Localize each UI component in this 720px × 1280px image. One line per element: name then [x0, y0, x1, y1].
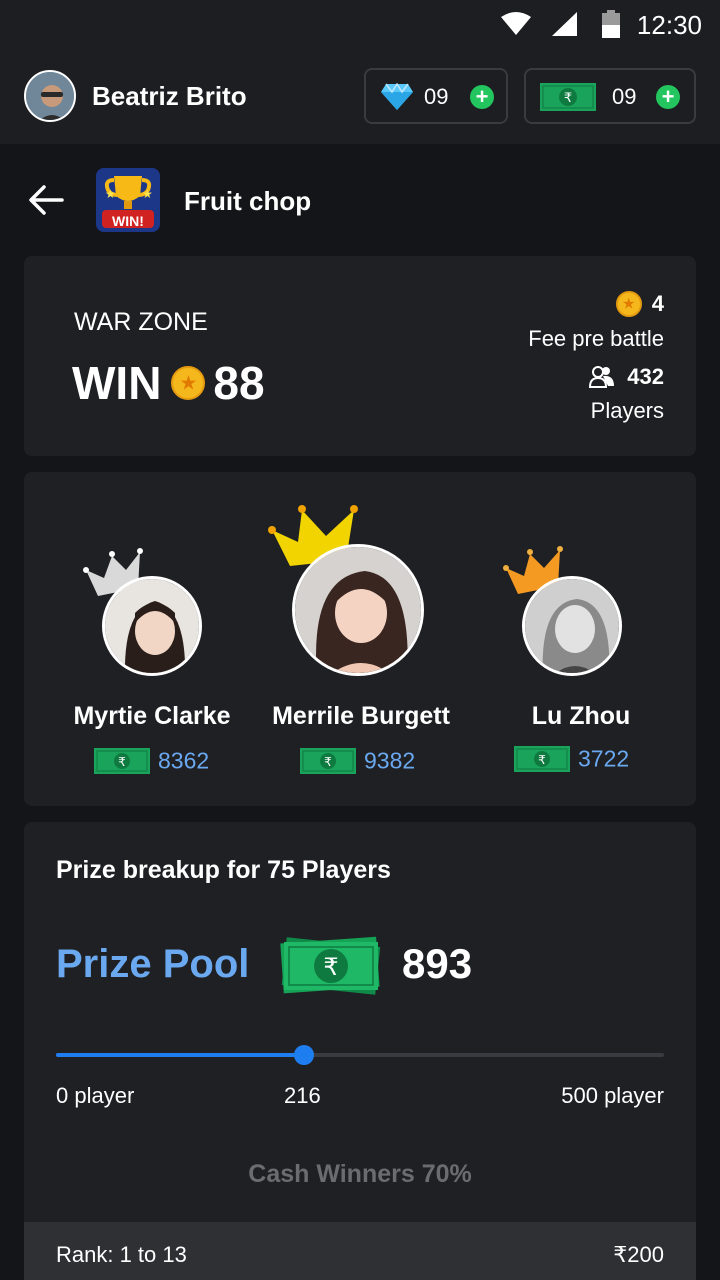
leader-avatar	[522, 576, 622, 676]
top-bar: Beatriz Brito 09 + ₹ 09 +	[0, 48, 720, 144]
leader-item[interactable]: Merrile Burgett ₹ 9382	[256, 472, 466, 806]
leader-score: 8362	[158, 747, 210, 774]
leader-item[interactable]: Lu Zhou ₹ 3722	[466, 472, 696, 806]
svg-text:₹: ₹	[538, 753, 546, 767]
leader-score-row: ₹ 9382	[300, 746, 415, 774]
coin-icon	[615, 291, 642, 318]
leader-score: 3722	[578, 745, 630, 772]
gems-wallet[interactable]: 09 +	[364, 68, 508, 124]
rupee-stack-icon: ₹	[280, 936, 381, 995]
battery-icon	[602, 10, 620, 38]
user-avatar-image	[26, 72, 74, 120]
signal-icon	[552, 12, 577, 36]
slider-value-label: 216	[284, 1083, 321, 1108]
prize-title: Prize breakup for 75 Players	[56, 856, 391, 884]
rupee-note-icon: ₹	[514, 745, 570, 772]
war-zone-card: WAR ZONE WIN 88 4 Fee pre battle 432 Play…	[24, 256, 696, 456]
slider-min-label: 0 player	[56, 1083, 135, 1108]
svg-text:₹: ₹	[118, 755, 126, 769]
slider-knob[interactable]	[294, 1045, 315, 1065]
fee-label: Fee pre battle	[528, 326, 664, 351]
leader-avatar	[292, 544, 424, 676]
win-prefix: WIN	[72, 356, 162, 409]
leaderboard-card: Myrtie Clarke ₹ 8362 Merrile Burgett ₹ 9…	[24, 472, 696, 806]
game-header: ★ ★ WIN! Fruit chop	[0, 144, 720, 256]
rupee-note-icon: ₹	[540, 83, 596, 111]
leader-score: 9382	[364, 747, 416, 774]
players-slider[interactable]	[56, 1045, 664, 1065]
wifi-icon	[501, 12, 531, 35]
players-count: 432	[627, 364, 664, 389]
add-gems-plus-icon[interactable]: +	[470, 85, 494, 109]
war-zone-label: WAR ZONE	[74, 308, 208, 336]
svg-text:₹: ₹	[324, 755, 332, 769]
rank-prize: ₹200	[613, 1242, 664, 1267]
game-icon: ★ ★ WIN!	[96, 168, 160, 232]
win-amount: 88	[213, 356, 265, 409]
game-icon-text: WIN!	[112, 213, 144, 229]
leader-name: Myrtie Clarke	[73, 702, 231, 730]
prize-breakup-card: Prize breakup for 75 Players Prize Pool …	[24, 822, 696, 1280]
back-arrow-icon[interactable]	[28, 182, 64, 218]
leader-score-row: ₹ 3722	[514, 744, 629, 772]
fee-amount: 4	[651, 291, 664, 317]
leader-name: Merrile Burgett	[272, 702, 450, 730]
user-avatar[interactable]	[24, 70, 76, 122]
status-time: 12:30	[636, 10, 702, 40]
players-label: Players	[590, 398, 664, 423]
prize-pool-label: Prize Pool	[56, 942, 250, 986]
svg-text:₹: ₹	[323, 953, 338, 981]
slider-fill	[56, 1053, 305, 1057]
gems-amount: 09	[424, 84, 449, 109]
fee-row: 4	[615, 290, 664, 318]
cash-winners-label: Cash Winners 70%	[248, 1160, 472, 1188]
status-bar: 12:30	[0, 0, 720, 48]
game-title: Fruit chop	[184, 186, 312, 216]
rank-label: Rank: 1 to 13	[56, 1242, 187, 1267]
leader-avatar	[102, 576, 202, 676]
leader-name: Lu Zhou	[531, 702, 631, 730]
svg-text:★: ★	[142, 187, 153, 201]
players-icon	[589, 366, 615, 388]
coin-icon	[171, 365, 206, 400]
rupee-note-icon: ₹	[300, 747, 356, 774]
user-name: Beatriz Brito	[92, 81, 247, 111]
leader-item[interactable]: Myrtie Clarke ₹ 8362	[24, 472, 280, 806]
win-amount-row: WIN 88	[72, 352, 265, 409]
diamond-icon	[381, 83, 413, 110]
rupee-note-icon: ₹	[94, 747, 150, 774]
svg-text:★: ★	[105, 187, 116, 201]
svg-text:₹: ₹	[564, 91, 572, 106]
slider-max-label: 500 player	[561, 1083, 664, 1108]
rank-row: Rank: 1 to 13 ₹200	[24, 1222, 696, 1280]
cash-wallet[interactable]: ₹ 09 +	[524, 68, 696, 124]
cash-amount: 09	[612, 84, 637, 109]
add-cash-plus-icon[interactable]: +	[656, 85, 680, 109]
prize-pool-amount: 893	[402, 940, 473, 987]
leader-score-row: ₹ 8362	[94, 746, 209, 774]
players-row: 432	[589, 364, 664, 390]
